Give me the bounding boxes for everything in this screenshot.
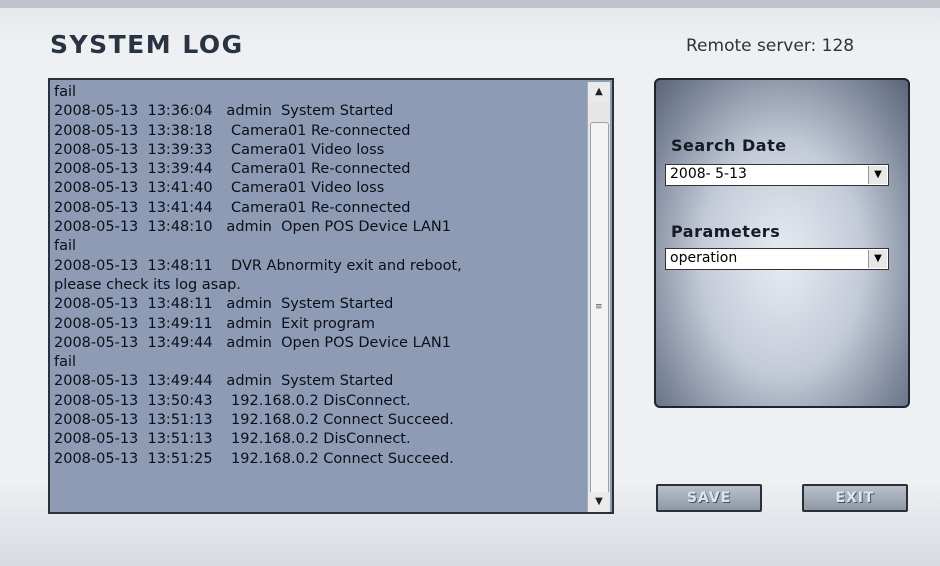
- scroll-down-arrow-icon[interactable]: ▼: [588, 492, 610, 512]
- search-panel: Search Date 2008- 5-13 ▼ Parameters oper…: [654, 78, 910, 408]
- log-line: fail: [54, 354, 77, 371]
- parameters-select[interactable]: operation ▼: [665, 248, 889, 270]
- log-line: 2008-05-13 13:49:44 admin Open POS Devic…: [54, 334, 451, 351]
- log-line: 2008-05-13 13:48:11 DVR Abnormity exit a…: [54, 257, 462, 274]
- log-line: fail: [54, 84, 77, 100]
- remote-server-label: Remote server: 128: [686, 36, 855, 56]
- log-line: 2008-05-13 13:41:44 Camera01 Re-connecte…: [54, 199, 411, 216]
- search-date-label: Search Date: [671, 136, 787, 155]
- exit-button[interactable]: EXIT: [802, 484, 908, 512]
- system-log-window: SYSTEM LOG Remote server: 128 fail 2008-…: [0, 0, 940, 566]
- log-line: 2008-05-13 13:39:44 Camera01 Re-connecte…: [54, 161, 411, 178]
- log-line: 2008-05-13 13:51:13 192.168.0.2 Connect …: [54, 412, 454, 429]
- log-line: 2008-05-13 13:49:44 admin System Started: [54, 373, 394, 390]
- scroll-grip-icon: ≡: [595, 302, 603, 312]
- log-line: 2008-05-13 13:41:40 Camera01 Video loss: [54, 180, 385, 197]
- log-line: 2008-05-13 13:48:11 admin System Started: [54, 296, 394, 313]
- log-lines: fail 2008-05-13 13:36:04 admin System St…: [54, 83, 590, 469]
- save-button[interactable]: SAVE: [656, 484, 762, 512]
- scroll-up-arrow-icon[interactable]: ▲: [588, 82, 610, 102]
- scroll-thumb[interactable]: ≡: [590, 122, 609, 494]
- log-line: 2008-05-13 13:51:13 192.168.0.2 DisConne…: [54, 431, 411, 448]
- parameters-value: operation: [670, 250, 738, 266]
- search-date-select[interactable]: 2008- 5-13 ▼: [665, 164, 889, 186]
- parameters-label: Parameters: [671, 222, 781, 241]
- page-title: SYSTEM LOG: [50, 30, 244, 59]
- window-top-edge: [0, 0, 940, 8]
- log-line: 2008-05-13 13:51:25 192.168.0.2 Connect …: [54, 450, 454, 467]
- log-line: 2008-05-13 13:49:11 admin Exit program: [54, 315, 376, 332]
- chevron-down-icon[interactable]: ▼: [868, 250, 887, 268]
- log-scrollbar[interactable]: ▲ ≡ ▼: [587, 82, 610, 512]
- log-line: 2008-05-13 13:50:43 192.168.0.2 DisConne…: [54, 392, 411, 409]
- log-line: please check its log asap.: [54, 276, 241, 293]
- search-date-value: 2008- 5-13: [670, 166, 747, 182]
- log-line: fail: [54, 238, 77, 255]
- chevron-down-icon[interactable]: ▼: [868, 166, 887, 184]
- log-line: 2008-05-13 13:39:33 Camera01 Video loss: [54, 141, 385, 158]
- log-listbox[interactable]: fail 2008-05-13 13:36:04 admin System St…: [48, 78, 614, 514]
- log-line: 2008-05-13 13:38:18 Camera01 Re-connecte…: [54, 122, 411, 139]
- log-line: 2008-05-13 13:36:04 admin System Started: [54, 103, 394, 120]
- log-line: 2008-05-13 13:48:10 admin Open POS Devic…: [54, 219, 451, 236]
